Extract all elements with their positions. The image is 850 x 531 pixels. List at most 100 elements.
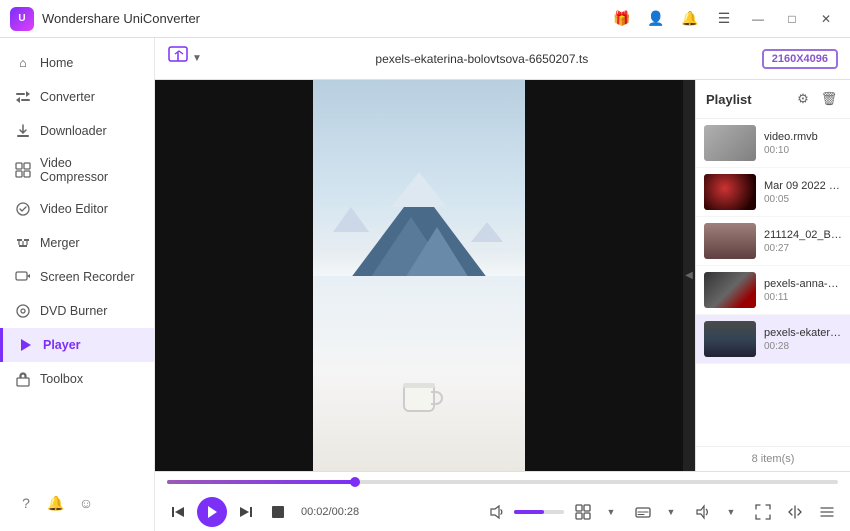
toolbox-icon <box>14 370 32 388</box>
playlist-thumb-5 <box>704 321 756 357</box>
audio-icon[interactable] <box>690 499 716 525</box>
playlist-toggle-icon[interactable] <box>814 499 840 525</box>
playlist-duration-1: 00:10 <box>764 145 842 156</box>
sidebar-label-compressor: Video Compressor <box>40 156 140 184</box>
progress-thumb <box>350 477 360 487</box>
playlist-title: Playlist <box>706 92 752 107</box>
playlist-info-3: 211124_02_Beau... 00:27 <box>764 229 842 254</box>
audio-dropdown-icon[interactable]: ▼ <box>718 499 744 525</box>
sidebar-item-video-editor[interactable]: Video Editor <box>0 192 154 226</box>
scene-center <box>313 80 524 471</box>
main-layout: ⌂ Home Converter Downloader Video Compre… <box>0 38 850 531</box>
help-icon[interactable]: ? <box>14 491 38 515</box>
sidebar-item-converter[interactable]: Converter <box>0 80 154 114</box>
playlist-info-2: Mar 09 2022 10_... 00:05 <box>764 180 842 205</box>
sidebar-label-player: Player <box>43 338 81 352</box>
playlist-info-5: pexels-ekaterina... 00:28 <box>764 327 842 352</box>
caption-icon[interactable] <box>630 499 656 525</box>
sidebar-item-screen-recorder[interactable]: Screen Recorder <box>0 260 154 294</box>
close-button[interactable]: ✕ <box>812 5 840 33</box>
prev-button[interactable] <box>165 499 191 525</box>
controls-row: 00:02/00:28 ▼ <box>165 492 840 531</box>
video-player[interactable] <box>155 80 683 471</box>
playlist-duration-2: 00:05 <box>764 194 842 205</box>
time-display: 00:02/00:28 <box>301 506 359 518</box>
mirror-icon[interactable] <box>782 499 808 525</box>
layout-icon[interactable] <box>570 499 596 525</box>
layout-dropdown-icon[interactable]: ▼ <box>598 499 624 525</box>
playlist-duration-3: 00:27 <box>764 243 842 254</box>
sidebar-label-converter: Converter <box>40 90 95 104</box>
collapse-panel-button[interactable]: ◀ <box>683 80 695 471</box>
volume-fill <box>514 510 544 514</box>
playlist-name-2: Mar 09 2022 10_... <box>764 180 842 192</box>
user-icon[interactable]: 👤 <box>642 5 670 33</box>
playlist-delete-icon[interactable]: 🗑 <box>818 88 840 110</box>
progress-bar[interactable] <box>167 480 838 484</box>
progress-row <box>165 472 840 492</box>
sidebar-item-video-compressor[interactable]: Video Compressor <box>0 148 154 192</box>
notification-icon[interactable]: 🔔 <box>676 5 704 33</box>
minimize-button[interactable]: — <box>744 5 772 33</box>
playlist-thumb-4 <box>704 272 756 308</box>
volume-icon[interactable] <box>484 499 510 525</box>
video-scene <box>155 80 683 471</box>
player-icon <box>17 336 35 354</box>
play-button[interactable] <box>197 497 227 527</box>
sidebar-label-merger: Merger <box>40 236 80 250</box>
sidebar-label-home: Home <box>40 56 73 70</box>
cup-object <box>403 384 435 412</box>
volume-slider[interactable] <box>514 510 564 514</box>
playlist-item[interactable]: video.rmvb 00:10 <box>696 119 850 168</box>
profile-icon[interactable]: ☺ <box>74 491 98 515</box>
app-title: Wondershare UniConverter <box>42 11 608 26</box>
scene-left <box>155 80 313 471</box>
sidebar-item-home[interactable]: ⌂ Home <box>0 46 154 80</box>
caption-control: ▼ <box>630 499 684 525</box>
add-dropdown-icon: ▼ <box>192 53 202 64</box>
caption-dropdown-icon[interactable]: ▼ <box>658 499 684 525</box>
playlist-name-3: 211124_02_Beau... <box>764 229 842 241</box>
playlist-thumb-1 <box>704 125 756 161</box>
playlist-footer: 8 item(s) <box>696 446 850 471</box>
home-icon: ⌂ <box>14 54 32 72</box>
add-media-button[interactable]: ▼ <box>167 45 202 73</box>
next-button[interactable] <box>233 499 259 525</box>
sidebar-item-toolbox[interactable]: Toolbox <box>0 362 154 396</box>
sidebar-item-player[interactable]: Player <box>0 328 154 362</box>
sidebar-item-merger[interactable]: Merger <box>0 226 154 260</box>
playlist-thumb-3 <box>704 223 756 259</box>
stop-button[interactable] <box>265 499 291 525</box>
playlist-thumb-2 <box>704 174 756 210</box>
sidebar: ⌂ Home Converter Downloader Video Compre… <box>0 38 155 531</box>
playlist-item[interactable]: pexels-ekaterina... 00:28 <box>696 315 850 364</box>
playlist-panel: Playlist ⚙ 🗑 video.rmvb 00:10 <box>695 80 850 471</box>
maximize-button[interactable]: □ <box>778 5 806 33</box>
sidebar-bottom: ? 🔔 ☺ <box>0 483 154 523</box>
sidebar-item-downloader[interactable]: Downloader <box>0 114 154 148</box>
editor-icon <box>14 200 32 218</box>
progress-fill <box>167 480 355 484</box>
playlist-duration-4: 00:11 <box>764 292 842 303</box>
cup-rim <box>403 383 435 388</box>
filename-label: pexels-ekaterina-bolovtsova-6650207.ts <box>212 52 752 66</box>
audio-control: ▼ <box>690 499 744 525</box>
gift-icon[interactable]: 🎁 <box>608 5 636 33</box>
fullscreen-icon[interactable] <box>750 499 776 525</box>
volume-area <box>484 499 564 525</box>
sidebar-label-recorder: Screen Recorder <box>40 270 135 284</box>
dvd-icon <box>14 302 32 320</box>
video-wrapper: ◀ Playlist ⚙ 🗑 video.rmvb <box>155 80 850 471</box>
playlist-item[interactable]: Mar 09 2022 10_... 00:05 <box>696 168 850 217</box>
recorder-icon <box>14 268 32 286</box>
sidebar-label-editor: Video Editor <box>40 202 108 216</box>
menu-icon[interactable]: ☰ <box>710 5 738 33</box>
content-area: ▼ pexels-ekaterina-bolovtsova-6650207.ts… <box>155 38 850 531</box>
alert-icon[interactable]: 🔔 <box>44 491 68 515</box>
snow-ground <box>313 276 524 472</box>
playlist-settings-icon[interactable]: ⚙ <box>792 88 814 110</box>
sidebar-item-dvd-burner[interactable]: DVD Burner <box>0 294 154 328</box>
playlist-item[interactable]: pexels-anna-nek... 00:11 <box>696 266 850 315</box>
merger-icon <box>14 234 32 252</box>
playlist-item[interactable]: 211124_02_Beau... 00:27 <box>696 217 850 266</box>
